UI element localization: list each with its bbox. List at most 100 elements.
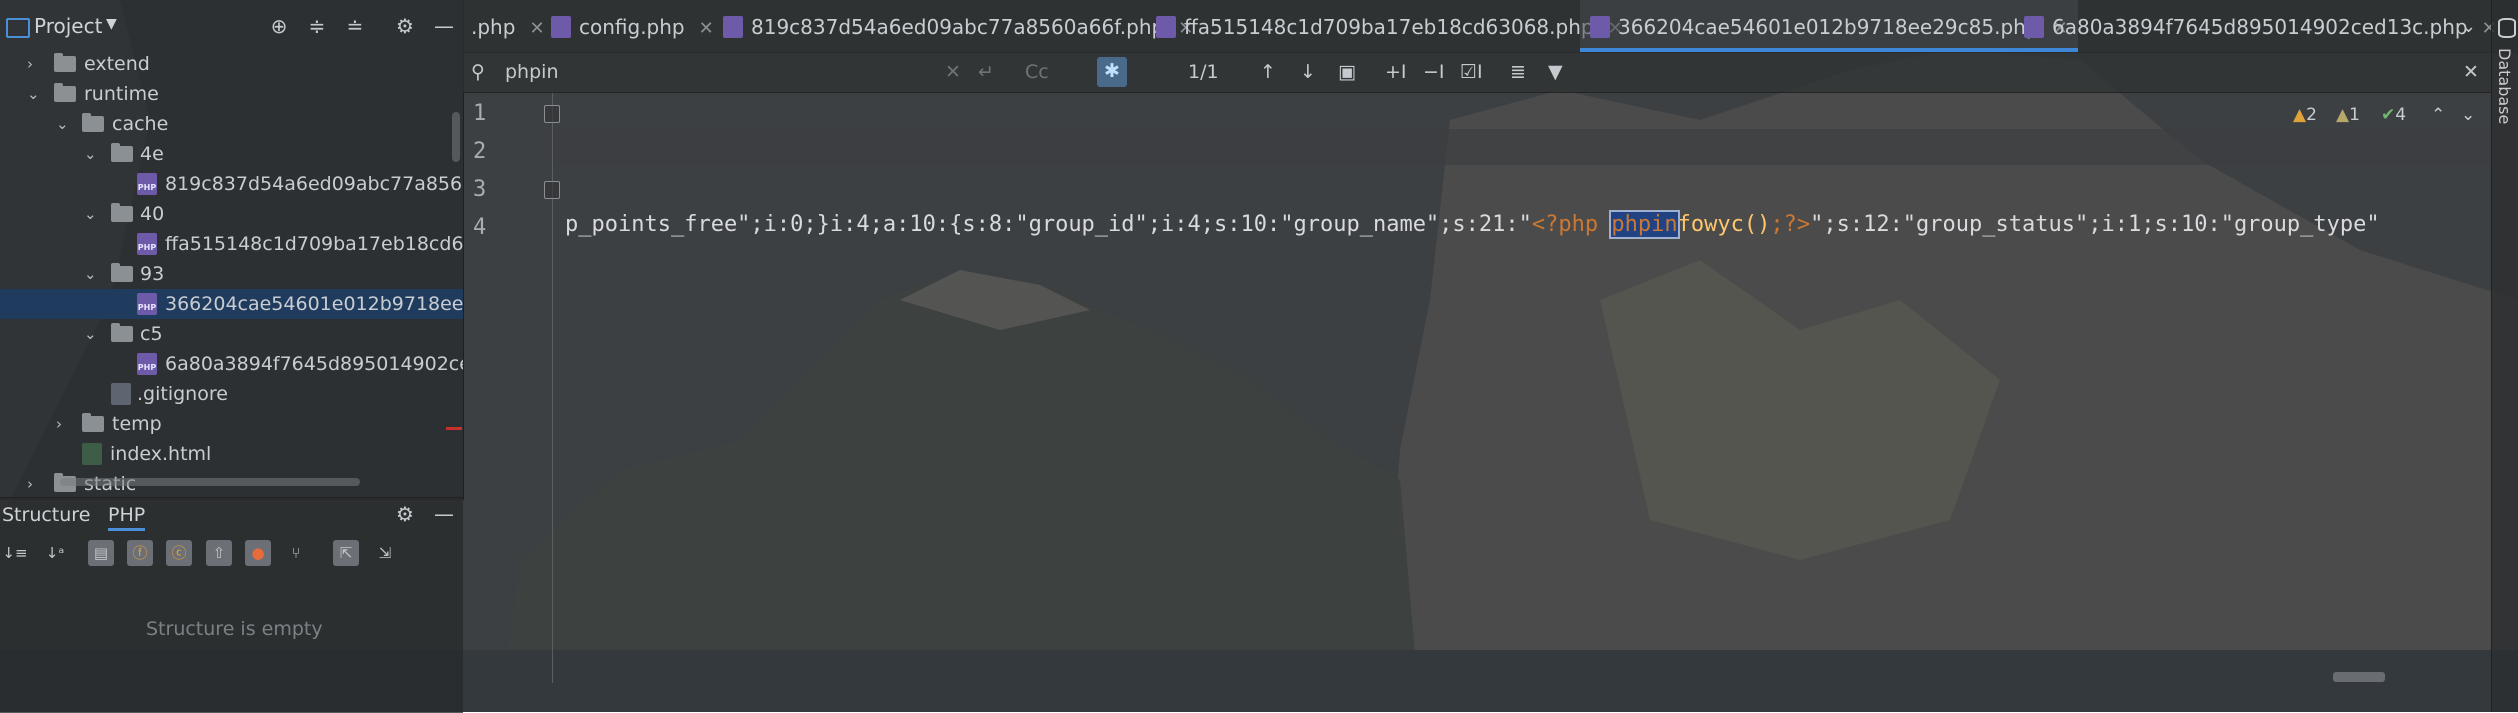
select-all-occurrences-icon[interactable]: ▣ [1338, 58, 1356, 86]
php-file-icon [551, 15, 571, 38]
tab-list-chevron-icon[interactable]: ⌄ [2461, 0, 2476, 52]
tree-item-temp[interactable]: › temp [0, 409, 463, 439]
chevron-down-icon[interactable]: ⌄ [2461, 105, 2475, 125]
right-tool-strip: Database [2491, 0, 2518, 712]
chevron-down-icon[interactable]: ⌄ [84, 259, 97, 289]
line-number: 3 [473, 177, 487, 202]
tab-file[interactable]: config.php ✕ [551, 0, 714, 52]
database-tool-label[interactable]: Database [2495, 48, 2514, 124]
tree-item-label: 40 [140, 203, 165, 225]
locate-icon[interactable]: ⊕ [267, 14, 291, 38]
close-icon[interactable]: ✕ [529, 18, 544, 39]
tree-item-label: 6a80a3894f7645d895014902ced1 [165, 353, 463, 375]
fold-marker-icon[interactable] [544, 105, 560, 123]
tree-item-label: 366204cae54601e012b9718ee29c [165, 293, 463, 315]
project-title[interactable]: Project [34, 14, 102, 38]
fold-marker-icon[interactable] [544, 181, 560, 199]
search-input[interactable]: phpin [505, 58, 558, 86]
match-case-toggle[interactable]: Cc [1025, 58, 1049, 86]
search-match: phpin [1609, 210, 1680, 239]
show-non-public-icon[interactable]: ● [245, 540, 271, 566]
chevron-down-icon[interactable]: ⌄ [84, 139, 97, 169]
tab-structure[interactable]: Structure [2, 504, 90, 526]
line-number: 4 [473, 215, 487, 240]
horizontal-scrollbar[interactable] [60, 478, 360, 486]
collapse-all-icon[interactable]: ≐ [343, 14, 367, 38]
tab-file[interactable]: .php ✕ [471, 0, 545, 52]
chevron-down-icon[interactable]: ⌄ [27, 79, 40, 109]
expand-all-icon[interactable]: ≑ [305, 14, 329, 38]
tree-item-file[interactable]: PHP 819c837d54a6ed09abc77a8560a6 [0, 169, 463, 199]
code-line-4[interactable]: p_points_free";i:0;}i:4;a:10:{s:8:"group… [565, 210, 2380, 239]
select-all-icon[interactable]: ☑I [1460, 58, 1483, 86]
group-icon[interactable]: ⑂ [283, 540, 309, 566]
tab-file-active[interactable]: 366204cae54601e012b9718ee29c85.php ✕ [1580, 0, 2078, 52]
new-line-icon[interactable]: ↵ [978, 58, 994, 86]
show-includes-icon[interactable]: ⇧ [206, 540, 232, 566]
minimize-icon[interactable]: — [432, 14, 456, 38]
editor-horizontal-scrollbar[interactable] [2333, 672, 2385, 682]
chevron-down-icon[interactable]: ⌄ [56, 109, 69, 139]
tree-item-4e[interactable]: ⌄ 4e [0, 139, 463, 169]
tree-item-gitignore[interactable]: .gitignore [0, 379, 463, 409]
tree-item-runtime[interactable]: ⌄ runtime [0, 79, 463, 109]
folder-icon [111, 203, 133, 222]
tree-item-label: 93 [140, 263, 165, 285]
show-fields-icon[interactable]: ⓕ [127, 540, 153, 566]
tree-item-index-html[interactable]: index.html [0, 439, 463, 469]
chevron-down-icon[interactable]: ⌄ [84, 199, 97, 229]
inspection-weak-warnings[interactable]: ▲1 [2336, 105, 2360, 125]
chevron-down-icon[interactable]: ▼ [106, 16, 117, 32]
tab-file[interactable]: 6a80a3894f7645d895014902ced13c.php ✕ [2024, 0, 2497, 52]
tree-item-label: .gitignore [137, 383, 228, 405]
folder-icon [111, 143, 133, 162]
tree-item-c5[interactable]: ⌄ c5 [0, 319, 463, 349]
chevron-up-icon[interactable]: ⌃ [2431, 105, 2445, 125]
gear-icon[interactable]: ⚙ [393, 502, 417, 526]
autoscroll-to-source-icon[interactable]: ⇱ [333, 540, 359, 566]
tab-label: 6a80a3894f7645d895014902ced13c.php [2052, 15, 2468, 39]
show-inherited-icon[interactable]: ▤ [88, 540, 114, 566]
sort-alpha-icon[interactable]: ↓ᵃ [42, 540, 68, 566]
filter-settings-icon[interactable]: ≣ [1510, 58, 1526, 86]
filter-icon[interactable]: ▼ [1548, 58, 1563, 86]
chevron-right-icon[interactable]: › [56, 409, 62, 439]
inspection-typos[interactable]: ✔4 [2381, 105, 2406, 125]
remove-occurrence-icon[interactable]: −I [1423, 58, 1445, 86]
tree-item-file-selected[interactable]: PHP 366204cae54601e012b9718ee29c [0, 289, 463, 319]
tree-item-label: ffa515148c1d709ba17eb18cd630 [165, 233, 463, 255]
database-icon[interactable] [2498, 18, 2516, 38]
inspection-warnings[interactable]: ▲2 [2293, 105, 2317, 125]
weak-warning-icon: ▲ [2336, 105, 2350, 125]
vertical-scrollbar[interactable] [452, 112, 460, 162]
chevron-right-icon[interactable]: › [27, 49, 33, 79]
tree-item-file[interactable]: PHP 6a80a3894f7645d895014902ced1 [0, 349, 463, 379]
minimize-icon[interactable]: — [432, 502, 456, 526]
close-icon[interactable]: ✕ [699, 18, 714, 39]
close-find-icon[interactable]: ✕ [2463, 58, 2479, 86]
tab-file[interactable]: 819c837d54a6ed09abc77a8560a66f.php ✕ [723, 0, 1193, 52]
sort-by-type-icon[interactable]: ↓≡ [2, 540, 28, 566]
arrow-down-icon[interactable]: ↓ [1300, 58, 1316, 86]
line-number: 1 [473, 101, 487, 126]
tree-item-40[interactable]: ⌄ 40 [0, 199, 463, 229]
autoscroll-from-source-icon[interactable]: ⇲ [372, 540, 398, 566]
gear-icon[interactable]: ⚙ [393, 14, 417, 38]
tab-file[interactable]: ffa515148c1d709ba17eb18cd63068.php✕ [1156, 0, 1623, 52]
warning-icon: ▲ [2293, 105, 2307, 125]
add-occurrence-icon[interactable]: +I [1385, 58, 1407, 86]
tree-item-extend[interactable]: › extend [0, 49, 463, 79]
arrow-up-icon[interactable]: ↑ [1260, 58, 1276, 86]
tree-item-file[interactable]: PHP ffa515148c1d709ba17eb18cd630 [0, 229, 463, 259]
chevron-down-icon[interactable]: ⌄ [84, 319, 97, 349]
tab-php[interactable]: PHP [108, 504, 146, 531]
clear-search-icon[interactable]: ✕ [945, 58, 961, 86]
regex-toggle[interactable]: ✱ [1097, 57, 1127, 87]
code-editor[interactable]: 1 2 3 4 p_points_free";i:0;}i:4;a:10:{s:… [463, 93, 2491, 712]
show-constants-icon[interactable]: ⓒ [166, 540, 192, 566]
tree-item-cache[interactable]: ⌄ cache [0, 109, 463, 139]
tree-item-label: 4e [140, 143, 164, 165]
tree-item-93[interactable]: ⌄ 93 [0, 259, 463, 289]
folder-icon [54, 83, 76, 102]
chevron-right-icon[interactable]: › [27, 469, 33, 497]
